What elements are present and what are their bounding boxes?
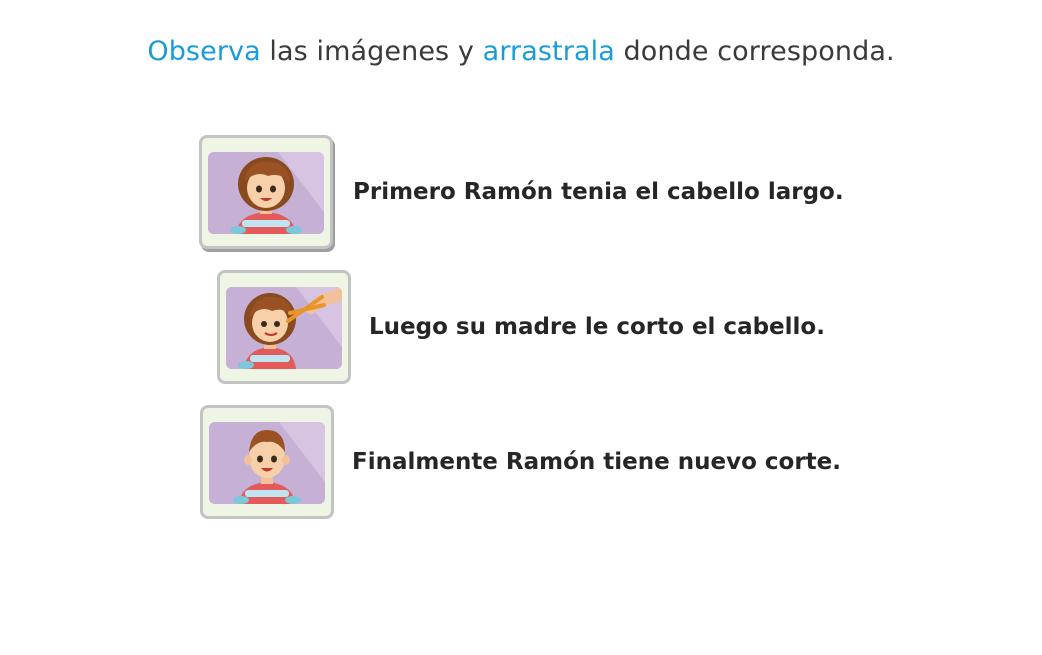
instruction-highlight-arrastrala: arrastrala: [482, 36, 615, 67]
draggable-image-card-2[interactable]: [217, 270, 351, 384]
boy-long-hair-image: [208, 152, 324, 234]
sequence-label-1: Primero Ramón tenia el cabello largo.: [353, 179, 844, 205]
instruction-text-part: donde corresponda.: [614, 36, 895, 67]
instruction-highlight-observa: Observa: [147, 36, 261, 67]
sequence-row-2: Luego su madre le corto el cabello.: [217, 270, 825, 384]
sequence-label-3: Finalmente Ramón tiene nuevo corte.: [352, 449, 842, 475]
draggable-image-card-1[interactable]: [199, 135, 333, 249]
boy-short-hair-image: [209, 422, 325, 504]
sequence-row-3: Finalmente Ramón tiene nuevo corte.: [200, 405, 841, 519]
instruction-text-part: las imágenes y: [260, 36, 483, 67]
draggable-image-card-3[interactable]: [200, 405, 334, 519]
instruction-text: Observa las imágenes y arrastrala donde …: [0, 36, 1042, 67]
boy-haircut-scissors-image: [226, 287, 342, 369]
sequence-row-1: Primero Ramón tenia el cabello largo.: [199, 135, 844, 249]
sequence-label-2: Luego su madre le corto el cabello.: [369, 314, 825, 340]
